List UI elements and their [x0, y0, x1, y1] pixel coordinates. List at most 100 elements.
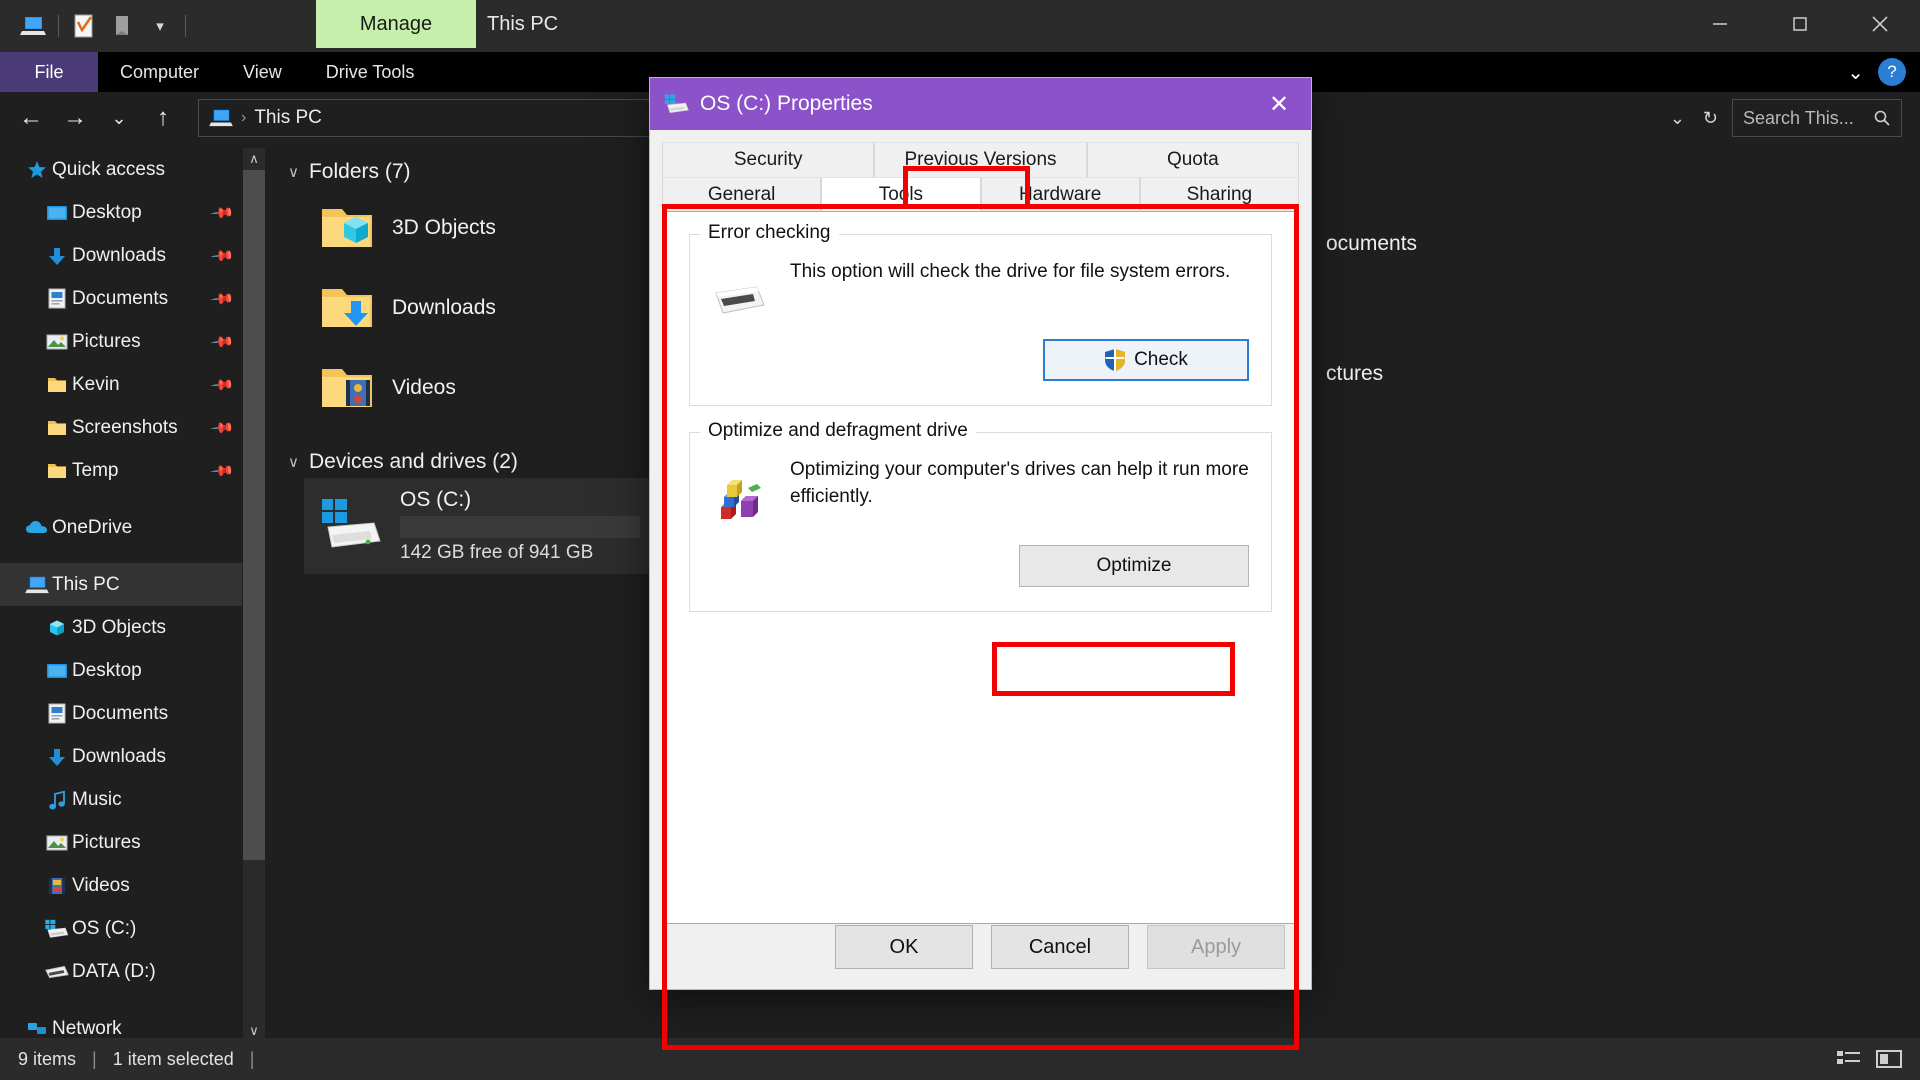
tab-tools[interactable]: Tools: [821, 177, 980, 212]
details-view-icon[interactable]: [1836, 1048, 1862, 1070]
drive-tile-os-c[interactable]: OS (C:) 142 GB free of 941 GB: [304, 478, 676, 574]
recent-locations-button[interactable]: ⌄: [98, 97, 140, 139]
tab-sharing[interactable]: Sharing: [1140, 177, 1299, 212]
sidebar-item-label: Desktop: [72, 202, 142, 224]
sidebar-item-downloads[interactable]: Downloads📌: [0, 234, 242, 277]
optimize-button[interactable]: Optimize: [1019, 545, 1249, 587]
pin-icon[interactable]: 📌: [210, 415, 236, 441]
contextual-tab-manage[interactable]: Manage: [316, 0, 476, 48]
document-icon: [42, 288, 72, 309]
sidebar-item-temp[interactable]: Temp📌: [0, 449, 242, 492]
sidebar-item-documents[interactable]: Documents📌: [0, 277, 242, 320]
optimize-button-label: Optimize: [1097, 555, 1172, 577]
properties-icon[interactable]: [65, 6, 103, 46]
minimize-button[interactable]: [1680, 0, 1760, 48]
defragment-icon: [712, 453, 768, 523]
tab-security[interactable]: Security: [662, 142, 874, 177]
pin-icon[interactable]: 📌: [210, 372, 236, 398]
tab-hardware[interactable]: Hardware: [981, 177, 1140, 212]
navigation-pane[interactable]: Quick accessDesktop📌Downloads📌Documents📌…: [0, 148, 242, 1042]
dialog-title: OS (C:) Properties: [700, 92, 873, 116]
search-icon[interactable]: [1873, 109, 1891, 127]
status-separator-2: |: [250, 1049, 255, 1070]
list-item-label: 3D Objects: [392, 216, 496, 240]
star-icon: [22, 160, 52, 180]
drive-icon: [42, 964, 72, 980]
tab-quota[interactable]: Quota: [1087, 142, 1299, 177]
sidebar-item-label: Kevin: [72, 374, 120, 396]
navigation-pane-scrollbar[interactable]: ∧ ∨: [243, 148, 265, 1042]
pin-icon[interactable]: 📌: [210, 458, 236, 484]
list-item[interactable]: 3D Objects: [304, 188, 664, 268]
sidebar-item-onedrive[interactable]: OneDrive: [0, 506, 242, 549]
sidebar-item-network[interactable]: Network: [0, 1007, 242, 1042]
sidebar-item-data-d[interactable]: DATA (D:): [0, 950, 242, 993]
chevron-down-icon[interactable]: ∨: [288, 453, 299, 471]
check-button[interactable]: Check: [1043, 339, 1249, 381]
sidebar-item-pictures[interactable]: Pictures: [0, 821, 242, 864]
optimize-button-row: Optimize: [712, 545, 1249, 587]
sidebar-item-label: Downloads: [72, 746, 166, 768]
customize-dropdown-icon[interactable]: ▾: [141, 6, 179, 46]
ribbon-tab-view[interactable]: View: [221, 52, 304, 92]
forward-button[interactable]: →: [54, 97, 96, 139]
drive-capacity-text: 142 GB free of 941 GB: [400, 542, 640, 564]
drive-icon: [664, 93, 690, 115]
pin-icon[interactable]: 📌: [210, 200, 236, 226]
tab-previous-versions[interactable]: Previous Versions: [874, 142, 1086, 177]
sidebar-item-videos[interactable]: Videos: [0, 864, 242, 907]
sidebar-item-3d-objects[interactable]: 3D Objects: [0, 606, 242, 649]
up-button[interactable]: ↑: [142, 97, 184, 139]
expand-ribbon-icon[interactable]: ⌄: [1847, 60, 1864, 85]
explorer-icon[interactable]: [14, 6, 52, 46]
sidebar-item-downloads[interactable]: Downloads: [0, 735, 242, 778]
scrollbar-thumb[interactable]: [243, 170, 265, 860]
sidebar-item-pictures[interactable]: Pictures📌: [0, 320, 242, 363]
shield-icon: [1104, 348, 1126, 372]
sidebar-item-desktop[interactable]: Desktop 📌: [0, 191, 242, 234]
dialog-close-button[interactable]: ✕: [1253, 78, 1305, 130]
folder-3d-objects-icon: [318, 203, 376, 253]
tab-general[interactable]: General: [662, 177, 821, 212]
sidebar-item-label: Screenshots: [72, 417, 178, 439]
new-folder-icon[interactable]: [103, 6, 141, 46]
sidebar-item-os-c[interactable]: OS (C:): [0, 907, 242, 950]
sidebar-item-label: Quick access: [52, 159, 165, 181]
download-icon: [42, 747, 72, 767]
ribbon-tab-file[interactable]: File: [0, 52, 98, 92]
ribbon-right-controls: ⌄ ?: [1847, 52, 1920, 92]
refresh-icon[interactable]: ↻: [1703, 108, 1718, 129]
view-buttons: [1836, 1048, 1920, 1070]
sidebar-item-this-pc[interactable]: This PC: [0, 563, 242, 606]
sidebar-item-music[interactable]: Music: [0, 778, 242, 821]
ok-button[interactable]: OK: [835, 925, 973, 969]
sidebar-item-quick-access[interactable]: Quick access: [0, 148, 242, 191]
sidebar-item-kevin[interactable]: Kevin 📌: [0, 363, 242, 406]
ribbon-tab-drive-tools[interactable]: Drive Tools: [304, 52, 437, 92]
back-button[interactable]: ←: [10, 97, 52, 139]
cancel-button[interactable]: Cancel: [991, 925, 1129, 969]
close-button[interactable]: [1840, 0, 1920, 48]
large-icons-view-icon[interactable]: [1876, 1048, 1902, 1070]
breadcrumb[interactable]: This PC: [254, 107, 322, 129]
chevron-down-icon[interactable]: ∨: [288, 163, 299, 181]
maximize-button[interactable]: [1760, 0, 1840, 48]
address-history-icon[interactable]: ⌄: [1670, 108, 1685, 129]
list-item[interactable]: Downloads: [304, 268, 664, 348]
scroll-up-arrow[interactable]: ∧: [243, 148, 265, 170]
sidebar-item-label: OS (C:): [72, 918, 136, 940]
pin-icon[interactable]: 📌: [210, 286, 236, 312]
search-input[interactable]: Search This...: [1732, 99, 1902, 137]
sidebar-item-label: Network: [52, 1018, 122, 1040]
list-item[interactable]: Videos: [304, 348, 664, 428]
desktop-icon: [42, 204, 72, 222]
sidebar-item-screenshots[interactable]: Screenshots 📌: [0, 406, 242, 449]
sidebar-item-desktop[interactable]: Desktop: [0, 649, 242, 692]
pin-icon[interactable]: 📌: [210, 243, 236, 269]
status-separator: |: [92, 1049, 97, 1070]
ribbon-tab-computer[interactable]: Computer: [98, 52, 221, 92]
properties-dialog[interactable]: OS (C:) Properties ✕ Security Previous V…: [650, 78, 1311, 989]
pin-icon[interactable]: 📌: [210, 329, 236, 355]
sidebar-item-documents[interactable]: Documents: [0, 692, 242, 735]
help-icon[interactable]: ?: [1878, 58, 1906, 86]
